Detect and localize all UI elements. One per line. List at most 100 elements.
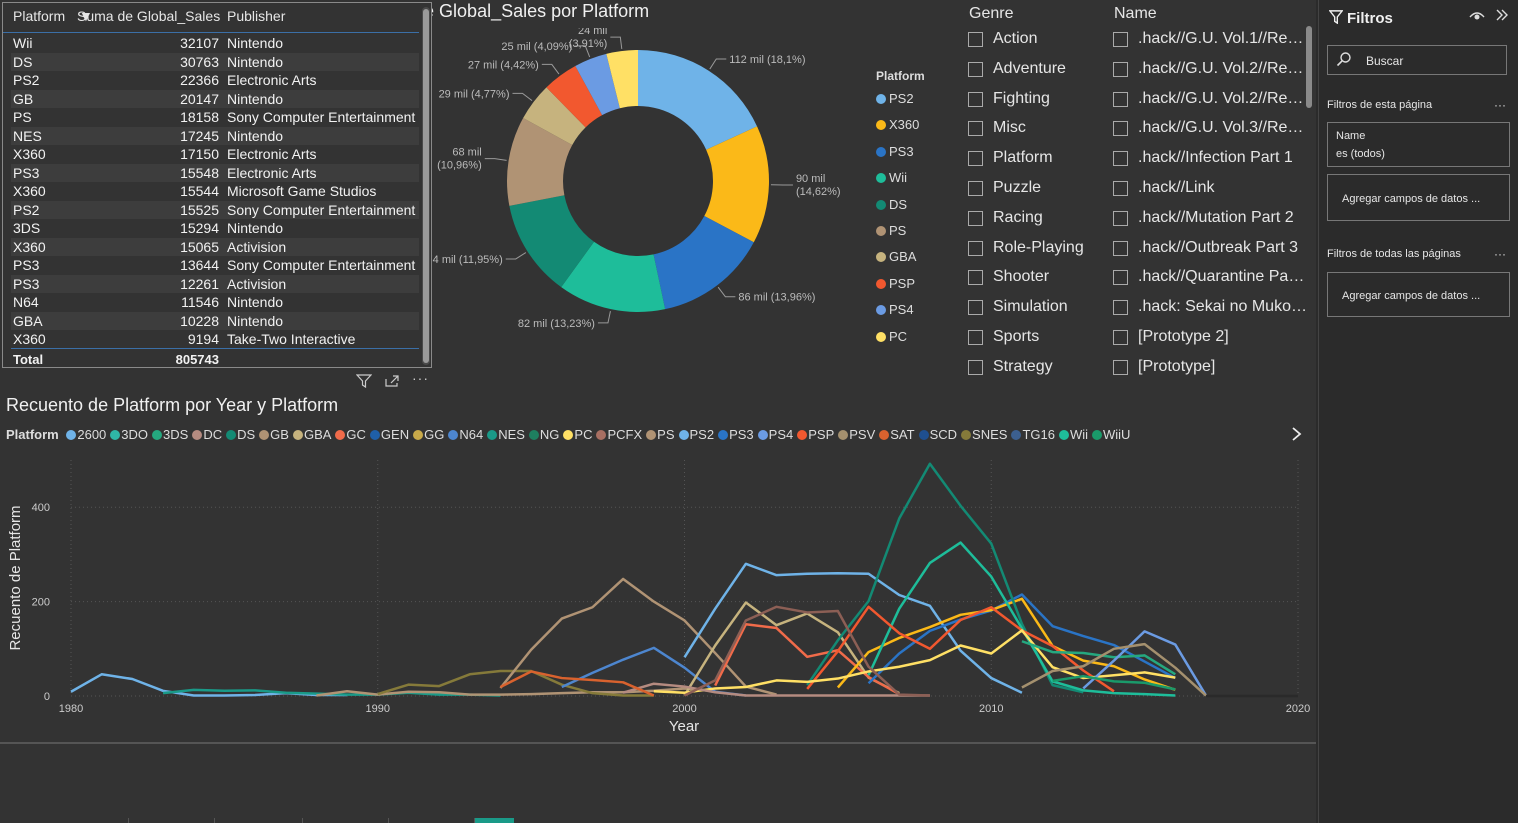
page-tab[interactable] bbox=[214, 818, 302, 823]
name-item[interactable]: .hack//Outbreak Part 3 bbox=[1113, 238, 1308, 260]
checkbox[interactable] bbox=[1113, 270, 1128, 286]
donut-chart[interactable]: 112 mil (18,1%) 90 mil(14,62%) 86 mil (13,… bbox=[432, 28, 872, 373]
checkbox[interactable] bbox=[968, 32, 983, 47]
donut-legend-item[interactable]: DS bbox=[876, 197, 907, 213]
line-legend-item[interactable]: PS bbox=[646, 427, 675, 442]
table-row[interactable]: PS3 13644 Sony Computer Entertainment bbox=[11, 256, 419, 275]
genre-item[interactable]: Puzzle bbox=[968, 178, 1098, 200]
donut-legend-item[interactable]: PS4 bbox=[876, 302, 914, 318]
name-item[interactable]: .hack: Sekai no Muko… bbox=[1113, 297, 1308, 319]
table-row[interactable]: PS2 22366 Electronic Arts bbox=[11, 71, 419, 90]
table-row[interactable]: X360 9194 Take-Two Interactive bbox=[11, 330, 419, 349]
checkbox[interactable] bbox=[968, 91, 983, 107]
checkbox[interactable] bbox=[1113, 121, 1128, 137]
checkbox[interactable] bbox=[1113, 210, 1128, 226]
donut-legend-item[interactable]: PS3 bbox=[876, 144, 914, 160]
line-legend-item[interactable]: Wii bbox=[1058, 427, 1088, 442]
line-legend-item[interactable]: GBA bbox=[292, 427, 331, 442]
checkbox[interactable] bbox=[1113, 32, 1128, 47]
donut-legend-item[interactable]: PSP bbox=[876, 276, 915, 292]
genre-item[interactable]: Simulation bbox=[968, 297, 1098, 319]
header-publisher[interactable]: Publisher bbox=[227, 8, 285, 24]
page-tab[interactable] bbox=[388, 818, 474, 823]
line-legend-item[interactable]: PS2 bbox=[678, 427, 714, 442]
checkbox[interactable] bbox=[1113, 181, 1128, 196]
line-legend-item[interactable]: WiiU bbox=[1092, 427, 1130, 442]
name-item[interactable]: .hack//Mutation Part 2 bbox=[1113, 208, 1308, 230]
donut-legend-item[interactable]: GBA bbox=[876, 249, 916, 265]
name-item[interactable]: .hack//Quarantine Pa… bbox=[1113, 267, 1308, 289]
checkbox[interactable] bbox=[968, 121, 983, 137]
line-legend-item[interactable]: PS4 bbox=[757, 427, 793, 442]
legend-next-arrow-icon[interactable] bbox=[1290, 426, 1302, 447]
name-item[interactable]: .hack//Infection Part 1 bbox=[1113, 148, 1308, 170]
genre-item[interactable]: Fighting bbox=[968, 89, 1098, 111]
checkbox[interactable] bbox=[1113, 91, 1128, 107]
more-options-icon[interactable]: ··· bbox=[412, 370, 429, 386]
checkbox[interactable] bbox=[968, 330, 983, 345]
table-row[interactable]: PS2 15525 Sony Computer Entertainment bbox=[11, 200, 419, 219]
line-legend-item[interactable]: TG16 bbox=[1011, 427, 1055, 442]
donut-legend-item[interactable]: PS2 bbox=[876, 91, 914, 107]
line-legend-item[interactable]: GEN bbox=[369, 427, 409, 442]
table-row[interactable]: X360 17150 Electronic Arts bbox=[11, 145, 419, 164]
name-item[interactable]: .hack//Link bbox=[1113, 178, 1308, 200]
line-legend-item[interactable]: PS3 bbox=[718, 427, 754, 442]
checkbox[interactable] bbox=[968, 61, 983, 77]
line-legend-item[interactable]: GG bbox=[413, 427, 444, 442]
checkbox[interactable] bbox=[1113, 151, 1128, 167]
genre-item[interactable]: Strategy bbox=[968, 357, 1098, 379]
name-item[interactable]: .hack//G.U. Vol.2//Re… bbox=[1113, 59, 1308, 81]
sales-table[interactable]: Platform Suma de Global_Sales Publisher … bbox=[2, 2, 432, 368]
line-legend-item[interactable]: SAT bbox=[879, 427, 915, 442]
donut-legend-item[interactable]: X360 bbox=[876, 117, 919, 133]
header-global-sales[interactable]: Suma de Global_Sales bbox=[77, 8, 220, 24]
name-item[interactable]: .hack//G.U. Vol.1//Re… bbox=[1113, 29, 1308, 51]
table-row[interactable]: GB 20147 Nintendo bbox=[11, 89, 419, 108]
series-line-x360[interactable] bbox=[836, 597, 1176, 692]
genre-item[interactable]: Platform bbox=[968, 148, 1098, 170]
table-row[interactable]: NES 17245 Nintendo bbox=[11, 126, 419, 145]
table-scrollbar-thumb[interactable] bbox=[423, 9, 429, 363]
page-tab[interactable] bbox=[302, 818, 388, 823]
genre-item[interactable]: Adventure bbox=[968, 59, 1098, 81]
name-item[interactable]: .hack//G.U. Vol.2//Re… bbox=[1113, 89, 1308, 111]
genre-item[interactable]: Role-Playing bbox=[968, 238, 1098, 260]
checkbox[interactable] bbox=[1113, 359, 1128, 375]
filter-icon[interactable] bbox=[355, 374, 373, 391]
donut-legend-item[interactable]: Wii bbox=[876, 170, 907, 186]
line-legend-item[interactable]: SNES bbox=[961, 427, 1007, 442]
table-row[interactable]: 3DS 15294 Nintendo bbox=[11, 219, 419, 238]
line-legend-item[interactable]: 2600 bbox=[66, 427, 106, 442]
line-legend-item[interactable]: 3DS bbox=[152, 427, 188, 442]
table-row[interactable]: GBA 10228 Nintendo bbox=[11, 311, 419, 330]
checkbox[interactable] bbox=[968, 300, 983, 316]
genre-item[interactable]: Shooter bbox=[968, 267, 1098, 289]
checkbox[interactable] bbox=[968, 181, 983, 196]
line-legend-item[interactable]: DS bbox=[226, 427, 255, 442]
name-item[interactable]: [Prototype 2] bbox=[1113, 327, 1308, 349]
header-platform[interactable]: Platform bbox=[13, 8, 65, 24]
checkbox[interactable] bbox=[968, 270, 983, 286]
line-legend-item[interactable]: N64 bbox=[448, 427, 483, 442]
line-legend-item[interactable]: PC bbox=[563, 427, 592, 442]
eye-icon[interactable] bbox=[1469, 10, 1485, 26]
line-legend-item[interactable]: NG bbox=[528, 427, 559, 442]
table-row[interactable]: PS 18158 Sony Computer Entertainment bbox=[11, 108, 419, 127]
checkbox[interactable] bbox=[968, 240, 983, 256]
checkbox[interactable] bbox=[968, 210, 983, 226]
checkbox[interactable] bbox=[1113, 240, 1128, 256]
donut-legend-item[interactable]: PC bbox=[876, 329, 907, 345]
line-legend-item[interactable]: PCFX bbox=[596, 427, 642, 442]
checkbox[interactable] bbox=[1113, 330, 1128, 345]
line-legend-item[interactable]: GB bbox=[259, 427, 289, 442]
page-tab-active[interactable] bbox=[474, 818, 514, 823]
checkbox[interactable] bbox=[1113, 61, 1128, 77]
genre-item[interactable]: Misc bbox=[968, 118, 1098, 140]
series-line-ps3[interactable] bbox=[867, 593, 1176, 685]
checkbox[interactable] bbox=[1113, 300, 1128, 316]
table-row[interactable]: X360 15065 Activision bbox=[11, 237, 419, 256]
table-row[interactable]: PS3 12261 Activision bbox=[11, 274, 419, 293]
series-line-ps[interactable] bbox=[499, 577, 777, 696]
table-row[interactable]: PS3 15548 Electronic Arts bbox=[11, 163, 419, 182]
